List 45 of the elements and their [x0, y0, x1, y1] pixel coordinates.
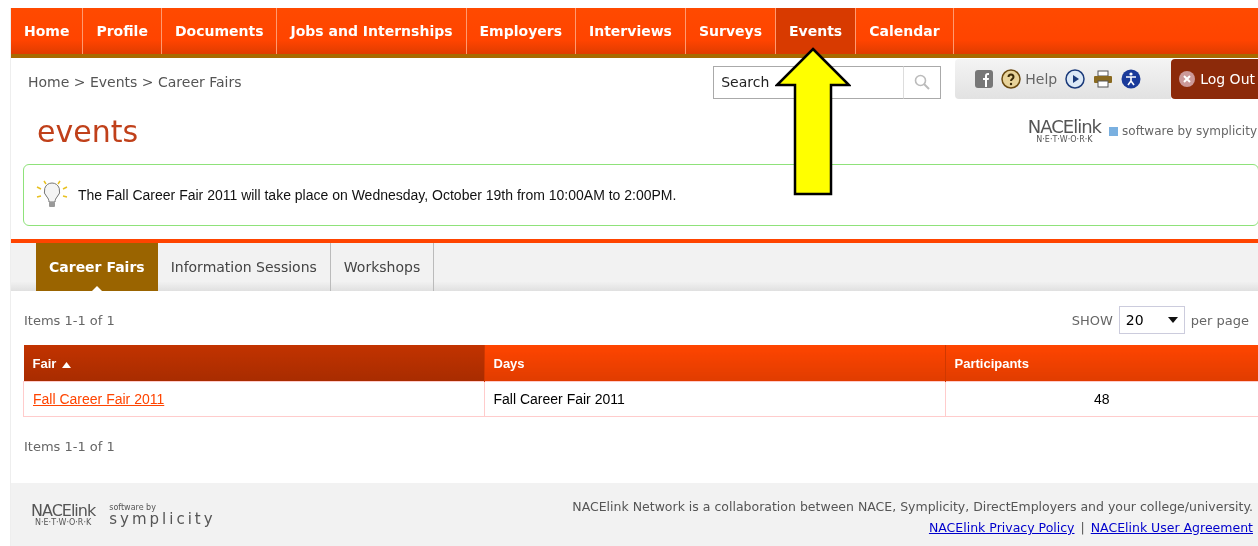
square-icon	[1109, 126, 1119, 136]
nav-tab[interactable]: Profile	[83, 8, 162, 54]
nav-tab[interactable]: Employers	[466, 8, 576, 54]
notice-text: The Fall Career Fair 2011 will take place on Wednesday, October 19th from 10:00AM to 2:00PM.	[78, 187, 677, 203]
table-cell: 48	[945, 381, 1258, 417]
facebook-icon[interactable]	[975, 70, 994, 88]
play-icon[interactable]	[1065, 69, 1086, 89]
privacy-link[interactable]: NACElink Privacy Policy	[928, 520, 1075, 535]
tab[interactable]: Career Fairs	[36, 243, 158, 291]
search-icon	[914, 74, 931, 90]
show-label: SHOW	[1071, 312, 1113, 328]
symplicity-logo: software by symplicity	[109, 503, 216, 527]
close-icon	[1179, 71, 1196, 87]
nav-tab[interactable]: Interviews	[576, 8, 686, 54]
nav-tab[interactable]: Events	[776, 8, 857, 54]
logout-button[interactable]: Log Out	[1171, 59, 1258, 99]
help-link[interactable]: Help	[1001, 69, 1058, 89]
nacelink-logo: NACElink N·E·T·W·O·R·K	[1027, 118, 1102, 144]
nav-tab[interactable]: Documents	[161, 8, 278, 54]
tagline: software by symplicity	[1109, 124, 1257, 138]
caret-icon	[1167, 317, 1178, 323]
footer-text: NACElink Network is a collaboration between NACE, Symplicity, DirectEmployers and your college/university.	[572, 499, 1253, 514]
breadcrumb: Home > Events > Career Fairs	[28, 74, 243, 90]
column-header[interactable]: Participants	[945, 345, 1258, 382]
table-cell: Fall Career Fair 2011	[484, 381, 945, 417]
link-separator: |	[1080, 520, 1085, 535]
sort-icon	[62, 361, 72, 368]
question-icon	[1001, 69, 1022, 89]
agreement-link[interactable]: NACElink User Agreement	[1090, 520, 1253, 535]
accessibility-icon[interactable]	[1121, 69, 1142, 89]
per-page-label: per page	[1190, 312, 1249, 328]
nav-tab[interactable]: Calendar	[856, 8, 954, 54]
items-count: Items 1-1 of 1	[24, 438, 115, 454]
column-header[interactable]: Fair	[23, 345, 484, 382]
items-count: Items 1-1 of 1	[24, 312, 115, 328]
tab[interactable]: Information Sessions	[157, 243, 331, 291]
tab[interactable]: Workshops	[330, 243, 435, 291]
print-icon[interactable]	[1093, 70, 1114, 88]
page-title: events	[37, 113, 140, 149]
column-header[interactable]: Days	[484, 345, 945, 382]
fair-link[interactable]: Fall Career Fair 2011	[33, 391, 165, 407]
page-size-select[interactable]: 20	[1118, 306, 1185, 334]
nav-tab[interactable]: Home	[11, 8, 84, 54]
nacelink-logo: NACElink N·E·T·W·O·R·K	[31, 503, 96, 527]
nav-tab[interactable]: Jobs and Internships	[277, 8, 467, 54]
